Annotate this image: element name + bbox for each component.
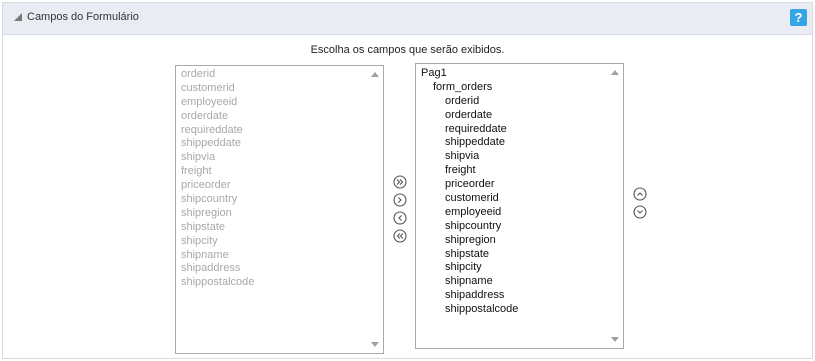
available-field-item[interactable]: shipcountry xyxy=(181,193,367,207)
selected-field-item[interactable]: shipvia xyxy=(421,150,607,164)
available-field-item[interactable]: shippostalcode xyxy=(181,276,367,290)
form-fields-panel: Campos do Formulário ? Escolha os campos… xyxy=(2,2,813,359)
instruction-text: Escolha os campos que serão exibidos. xyxy=(310,44,505,56)
move-up-button[interactable] xyxy=(633,187,647,201)
move-all-right-button[interactable] xyxy=(393,175,407,189)
available-field-item[interactable]: freight xyxy=(181,165,367,179)
move-down-button[interactable] xyxy=(633,205,647,219)
scroll-down-arrow-icon[interactable] xyxy=(371,342,379,347)
chevron-down-icon xyxy=(633,205,647,219)
double-chevron-right-icon xyxy=(393,175,407,189)
move-all-left-button[interactable] xyxy=(393,229,407,243)
tree-page-node[interactable]: Pag1 xyxy=(421,67,607,81)
selected-field-item[interactable]: employeeid xyxy=(421,206,607,220)
available-field-item[interactable]: shipaddress xyxy=(181,262,367,276)
collapse-triangle-icon[interactable] xyxy=(13,12,23,22)
chevron-up-icon xyxy=(633,187,647,201)
available-fields-list[interactable]: orderid customerid employeeid orderdate requ… xyxy=(175,65,384,354)
selected-field-item[interactable]: shipregion xyxy=(421,234,607,248)
chevron-left-icon xyxy=(393,211,407,225)
selected-field-item[interactable]: shipstate xyxy=(421,248,607,262)
selected-field-item[interactable]: priceorder xyxy=(421,178,607,192)
selected-field-item[interactable]: orderid xyxy=(421,95,607,109)
scroll-up-arrow-icon[interactable] xyxy=(611,70,619,75)
selected-fields-list[interactable]: Pag1 form_orders orderid orderdate require… xyxy=(415,63,624,349)
available-fields-scrollbar[interactable] xyxy=(368,66,383,353)
move-right-button[interactable] xyxy=(393,193,407,207)
scroll-down-arrow-icon[interactable] xyxy=(611,337,619,342)
available-field-item[interactable]: shipstate xyxy=(181,221,367,235)
selected-fields-items: Pag1 form_orders orderid orderdate require… xyxy=(416,64,607,348)
available-field-item[interactable]: orderid xyxy=(181,68,367,82)
available-field-item[interactable]: customerid xyxy=(181,82,367,96)
tree-block-node[interactable]: form_orders xyxy=(421,81,607,95)
available-field-item[interactable]: priceorder xyxy=(181,179,367,193)
chevron-right-icon xyxy=(393,193,407,207)
selected-field-item[interactable]: customerid xyxy=(421,192,607,206)
available-field-item[interactable]: shipvia xyxy=(181,151,367,165)
selected-field-item[interactable]: shippeddate xyxy=(421,136,607,150)
available-field-item[interactable]: shipregion xyxy=(181,207,367,221)
selected-field-item[interactable]: requireddate xyxy=(421,123,607,137)
selected-field-item[interactable]: shipcity xyxy=(421,261,607,275)
double-chevron-left-icon xyxy=(393,229,407,243)
available-fields-items: orderid customerid employeeid orderdate requ… xyxy=(176,66,367,353)
available-field-item[interactable]: requireddate xyxy=(181,124,367,138)
selected-field-item[interactable]: shipcountry xyxy=(421,220,607,234)
available-field-item[interactable]: employeeid xyxy=(181,96,367,110)
available-field-item[interactable]: shipname xyxy=(181,249,367,263)
help-icon[interactable]: ? xyxy=(790,9,807,26)
panel-header: Campos do Formulário ? xyxy=(3,3,812,35)
available-field-item[interactable]: shippeddate xyxy=(181,137,367,151)
selected-field-item[interactable]: freight xyxy=(421,164,607,178)
selected-field-item[interactable]: shipaddress xyxy=(421,289,607,303)
selected-field-item[interactable]: orderdate xyxy=(421,109,607,123)
panel-title: Campos do Formulário xyxy=(27,11,139,23)
selected-field-item[interactable]: shippostalcode xyxy=(421,303,607,317)
available-field-item[interactable]: shipcity xyxy=(181,235,367,249)
scroll-up-arrow-icon[interactable] xyxy=(371,72,379,77)
selected-field-item[interactable]: shipname xyxy=(421,275,607,289)
available-field-item[interactable]: orderdate xyxy=(181,110,367,124)
move-left-button[interactable] xyxy=(393,211,407,225)
selected-fields-scrollbar[interactable] xyxy=(608,64,623,348)
